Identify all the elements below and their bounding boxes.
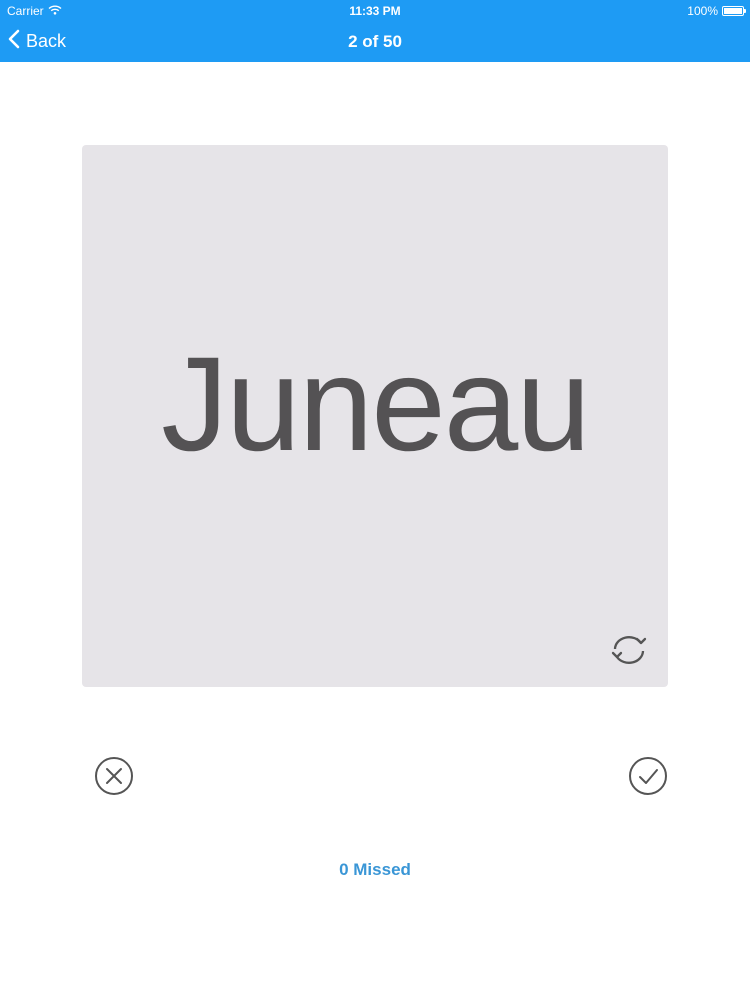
top-bar: Carrier 11:33 PM 100% Back 2 of 50 [0,0,750,62]
flashcard-word: Juneau [161,330,591,479]
missed-count: 0 Missed [339,860,411,879]
battery-icon [722,6,746,16]
navigation-bar: Back 2 of 50 [0,22,750,62]
status-time: 11:33 PM [349,4,401,18]
incorrect-button[interactable] [94,756,134,796]
refresh-icon [608,636,650,673]
close-circle-icon [94,757,134,800]
status-bar: Carrier 11:33 PM 100% [0,0,750,22]
correct-button[interactable] [628,756,668,796]
status-battery: 100% [687,4,746,18]
page-title: 2 of 50 [348,32,402,51]
battery-percent: 100% [687,4,718,18]
flip-card-button[interactable] [608,629,650,669]
flashcard[interactable]: Juneau [82,145,668,687]
check-circle-icon [628,757,668,800]
